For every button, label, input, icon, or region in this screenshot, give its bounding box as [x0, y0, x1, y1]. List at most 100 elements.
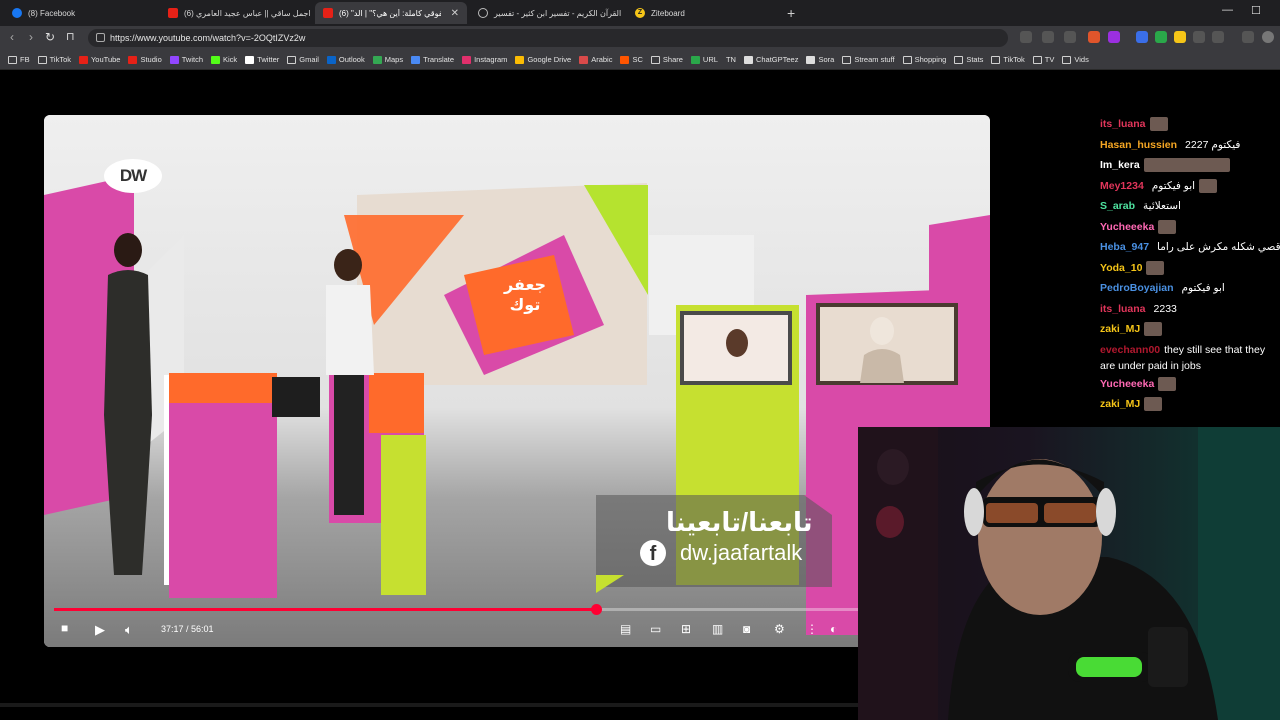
rewards-icon[interactable]: [1108, 31, 1120, 43]
settings-gear-icon[interactable]: ⚙: [774, 622, 785, 636]
extensions-puzzle-icon[interactable]: [1193, 31, 1205, 43]
bookmark-kick[interactable]: Kick: [211, 55, 237, 64]
bookmark-arabic[interactable]: Arabic: [579, 55, 612, 64]
youtube-icon: [128, 55, 138, 64]
taskbar-edge: [0, 703, 858, 707]
chat-username[interactable]: Yucheeeka: [1100, 374, 1154, 395]
chat-username[interactable]: S_arab: [1100, 196, 1135, 217]
bookmark-translate[interactable]: Translate: [411, 55, 454, 64]
more-options-icon[interactable]: ⋮: [806, 622, 818, 636]
bookmark-tiktok[interactable]: TikTok: [37, 55, 71, 64]
tab-youtube-1[interactable]: (6) اجمل ساقي || عباس عجيد العامري: [160, 2, 315, 24]
chat-username[interactable]: evechann00: [1100, 344, 1160, 356]
tab-quran[interactable]: القرآن الكريم - تفسير ابن كثير - تفسير: [470, 2, 630, 24]
brave-shield-icon[interactable]: [1088, 31, 1100, 43]
twitch-icon: [169, 55, 179, 64]
bookmark-icon[interactable]: ⊓: [66, 30, 75, 43]
bookmark-maps[interactable]: Maps: [372, 55, 403, 64]
chat-username[interactable]: its_luana: [1100, 114, 1146, 135]
bookmark-youtube[interactable]: YouTube: [78, 55, 121, 64]
screenshot-icon[interactable]: ◙: [743, 622, 750, 636]
close-icon[interactable]: ✕: [451, 8, 459, 19]
chat-username[interactable]: Yoda_10: [1100, 258, 1142, 279]
chat-username[interactable]: Yucheeeka: [1100, 217, 1154, 238]
bookmark-twitter[interactable]: Twitter: [245, 55, 279, 64]
chat-text: فيكتوم 2227: [1185, 138, 1241, 151]
folder-icon: [650, 55, 660, 64]
site-info-icon[interactable]: [96, 33, 105, 42]
volume-icon[interactable]: 🔈︎: [125, 622, 133, 638]
video-player[interactable]: DW جعفر توك تابعنا/تابعينا f dw.jaafarta…: [44, 115, 990, 647]
forward-icon[interactable]: ›: [29, 30, 33, 44]
chat-username[interactable]: zaki_MJ: [1100, 319, 1140, 340]
folder-icon: [37, 55, 47, 64]
extension-icon[interactable]: [1155, 31, 1167, 43]
bookmark-vids[interactable]: Vids: [1062, 55, 1089, 64]
chapters-icon[interactable]: ▤: [620, 622, 631, 636]
minimize-button[interactable]: —: [1222, 4, 1233, 16]
bookmark-label: YouTube: [90, 55, 121, 64]
tab-facebook[interactable]: (8) Facebook: [4, 2, 164, 24]
address-bar[interactable]: https://www.youtube.com/watch?v=-2OQtIZV…: [88, 29, 1008, 47]
bookmark-label: Twitch: [181, 55, 204, 64]
bookmark-stream-stuff[interactable]: Stream stuff: [842, 55, 895, 64]
bookmark-gmail[interactable]: Gmail: [287, 55, 319, 64]
maximize-button[interactable]: ☐: [1251, 4, 1261, 17]
bookmark-stats[interactable]: Stats: [954, 55, 983, 64]
instagram-icon: [462, 55, 472, 64]
tab-ziteboard[interactable]: Z Ziteboard: [627, 2, 777, 24]
extension-icon[interactable]: [1174, 31, 1186, 43]
install-icon[interactable]: [1042, 31, 1054, 43]
chat-message: Mey1234 ابو فيكتوم: [1100, 176, 1270, 197]
bookmark-outlook[interactable]: Outlook: [326, 55, 365, 64]
bookmark-sc[interactable]: SC: [620, 55, 643, 64]
autoplay-toggle[interactable]: ◐: [830, 622, 837, 636]
bookmark-share[interactable]: Share: [650, 55, 683, 64]
chat-username[interactable]: its_luana: [1100, 299, 1146, 320]
tab-youtube-active[interactable]: (6) "حقوقي كاملة: أين هي؟" | الد ✕: [315, 2, 467, 24]
chat-username[interactable]: Heba_947: [1100, 237, 1149, 258]
seek-bar[interactable]: [54, 604, 868, 615]
bookmark-tv[interactable]: TV: [1032, 55, 1054, 64]
bookmark-sora[interactable]: Sora: [806, 55, 834, 64]
play-icon[interactable]: ▶: [95, 622, 105, 638]
reload-icon[interactable]: ↻: [45, 30, 55, 44]
media-icon[interactable]: [1242, 31, 1254, 43]
chat-username[interactable]: PedroBoyajian: [1100, 278, 1174, 299]
bookmark-shopping[interactable]: Shopping: [902, 55, 947, 64]
back-icon[interactable]: ‹: [10, 30, 14, 44]
translate-icon[interactable]: [1020, 31, 1032, 43]
bookmark-fb[interactable]: FB: [8, 55, 30, 64]
sidebar-icon[interactable]: [1212, 31, 1224, 43]
bookmark-tn[interactable]: TN: [726, 55, 736, 64]
bookmark-url[interactable]: URL: [690, 55, 718, 64]
chat-message: evechann00 they still see that they are u…: [1100, 340, 1270, 374]
chat-username[interactable]: Mey1234: [1100, 176, 1144, 197]
chat-message: Im_kera: [1100, 155, 1270, 176]
bookmark-label: SC: [632, 55, 643, 64]
ziteboard-icon: Z: [635, 8, 645, 18]
bookmark-label: Studio: [140, 55, 162, 64]
bookmark-studio[interactable]: Studio: [128, 55, 162, 64]
bookmark-tiktok[interactable]: TikTok: [991, 55, 1025, 64]
bookmark-chatgpteez[interactable]: ChatGPTeez: [743, 55, 798, 64]
bookmark-instagram[interactable]: Instagram: [462, 55, 507, 64]
chat-username[interactable]: Im_kera: [1100, 155, 1140, 176]
bookmark-twitch[interactable]: Twitch: [169, 55, 204, 64]
profile-avatar[interactable]: [1262, 31, 1274, 43]
extension-icon[interactable]: [1136, 31, 1148, 43]
theater-icon[interactable]: ▥: [712, 622, 723, 636]
bookmark-google-drive[interactable]: Google Drive: [515, 55, 571, 64]
folder-icon: [954, 55, 964, 64]
emote-icon: [1158, 376, 1177, 391]
miniplayer-icon[interactable]: ⊞: [681, 622, 691, 636]
chat-username[interactable]: Hasan_hussien: [1100, 135, 1177, 156]
subtitles-icon[interactable]: ▭: [650, 622, 661, 636]
bookmark-label: Shopping: [914, 55, 947, 64]
new-tab-button[interactable]: +: [787, 5, 795, 21]
share-icon[interactable]: [1064, 31, 1076, 43]
bookmark-label: Sora: [818, 55, 835, 64]
chat-message: its_luana 2233: [1100, 299, 1270, 320]
stop-icon[interactable]: ■: [61, 621, 68, 635]
chat-username[interactable]: zaki_MJ: [1100, 394, 1140, 415]
